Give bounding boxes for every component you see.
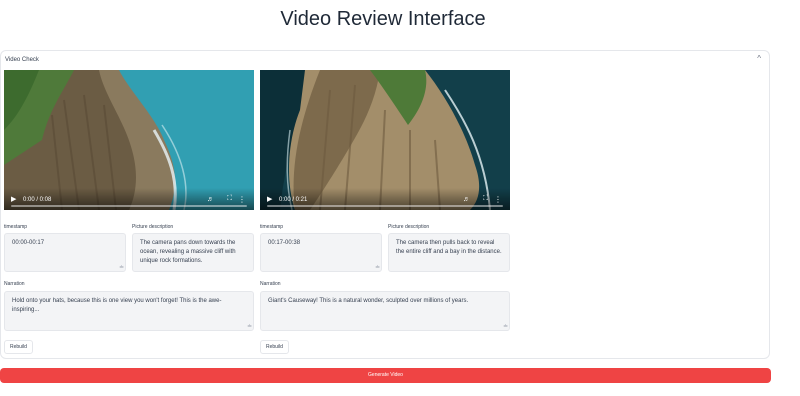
video-progress-2[interactable] [267,205,503,207]
picture-description-value: The camera then pulls back to reveal the… [396,240,502,255]
play-icon[interactable]: ▶ [11,195,16,203]
clip-column-2: ▶ 0:00 / 0:21 ♬ ⛶ ⋮ timestamp 00:17-00:3… [260,70,510,354]
more-options-icon[interactable]: ⋮ [238,195,246,204]
video-controls-2: ▶ 0:00 / 0:21 ♬ ⛶ ⋮ [260,188,510,210]
picture-description-field[interactable]: The camera pans down towards the ocean, … [132,233,254,272]
narration-label: Narration [260,281,281,287]
more-options-icon[interactable]: ⋮ [494,195,502,204]
rebuild-button-2[interactable]: Rebuild [260,340,289,354]
resize-handle-icon[interactable]: ≐ [247,324,252,330]
timestamp-label: timestamp [4,224,28,230]
volume-icon[interactable]: ♬ [207,196,214,203]
panel-label: Video Check [5,57,39,63]
timestamp-field[interactable]: 00:17-00:38 ≐ [260,233,382,272]
fullscreen-icon[interactable]: ⛶ [227,195,232,203]
clip-column-1: ▶ 0:00 / 0:08 ♬ ⛶ ⋮ timestamp 00:00-00:1… [4,70,254,354]
video-check-panel: Video Check ^ ▶ 0:00 / 0:08 ♬ ⛶ ⋮ timest… [0,50,770,359]
timestamp-value: 00:00-00:17 [12,240,45,246]
picture-description-value: The camera pans down towards the ocean, … [140,240,236,264]
timestamp-value: 00:17-00:38 [268,240,301,246]
timestamp-field[interactable]: 00:00-00:17 ≐ [4,233,126,272]
resize-handle-icon[interactable]: ≐ [503,324,508,330]
picture-description-field[interactable]: The camera then pulls back to reveal the… [388,233,510,272]
picture-description-label: Picture description [388,224,430,230]
narration-field[interactable]: Giant's Causeway! This is a natural wond… [260,291,510,331]
narration-field[interactable]: Hold onto your hats, because this is one… [4,291,254,331]
video-controls-1: ▶ 0:00 / 0:08 ♬ ⛶ ⋮ [4,188,254,210]
volume-icon[interactable]: ♬ [463,196,470,203]
narration-label: Narration [4,281,25,287]
generate-video-button[interactable]: Generate Video [0,368,771,383]
fullscreen-icon[interactable]: ⛶ [483,195,488,203]
video-player-1[interactable]: ▶ 0:00 / 0:08 ♬ ⛶ ⋮ [4,70,254,210]
resize-handle-icon[interactable]: ≐ [375,265,380,271]
narration-value: Hold onto your hats, because this is one… [12,298,222,313]
video-progress-1[interactable] [11,205,247,207]
picture-description-label: Picture description [132,224,174,230]
video-player-2[interactable]: ▶ 0:00 / 0:21 ♬ ⛶ ⋮ [260,70,510,210]
timestamp-label: timestamp [260,224,284,230]
chevron-up-icon[interactable]: ^ [757,54,761,63]
narration-value: Giant's Causeway! This is a natural wond… [268,298,469,304]
page-title: Video Review Interface [280,8,486,30]
play-icon[interactable]: ▶ [267,195,272,203]
rebuild-button-1[interactable]: Rebuild [4,340,33,354]
resize-handle-icon[interactable]: ≐ [119,265,124,271]
video-time-1: 0:00 / 0:08 [23,197,52,203]
video-time-2: 0:00 / 0:21 [279,197,308,203]
